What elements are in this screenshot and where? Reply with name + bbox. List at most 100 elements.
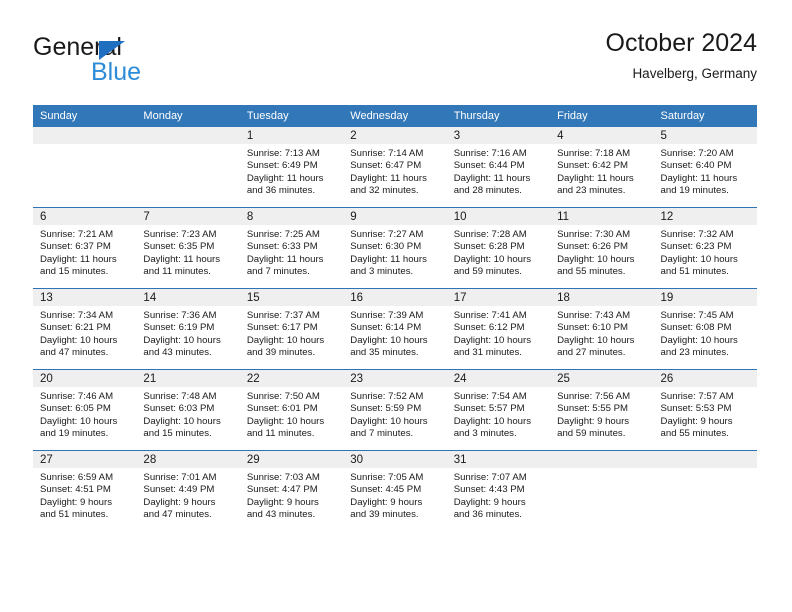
day-cell-content: 27 Sunrise: 6:59 AM Sunset: 4:51 PM Dayligh… [33,451,137,531]
weekday-header-sunday: Sunday [33,105,137,127]
sunset-text: Sunset: 4:47 PM [246,484,318,496]
sunrise-text: Sunrise: 7:46 AM [40,391,114,402]
day-details: Sunrise: 6:59 AM Sunset: 4:51 PM Daylight:… [33,468,136,521]
sunset-text: Sunset: 6:42 PM [557,160,629,172]
day-cell-content: 30 Sunrise: 7:05 AM Sunset: 4:45 PM Dayligh… [343,451,447,531]
day-details: Sunrise: 7:36 AM Sunset: 6:19 PM Daylight:… [136,306,239,359]
day-number: 28 [136,451,240,468]
day-details: Sunrise: 7:13 AM Sunset: 6:49 PM Daylight:… [240,144,343,197]
calendar-day-cell[interactable]: 25 Sunrise: 7:56 AM Sunset: 5:55 PM Dayligh… [550,369,654,451]
sunset-text: Sunset: 4:43 PM [453,484,525,496]
day-details: Sunrise: 7:43 AM Sunset: 6:10 PM Daylight:… [550,306,653,359]
calendar-day-cell[interactable]: 2 Sunrise: 7:14 AM Sunset: 6:47 PM Daylight… [343,127,447,208]
daylight-text: Daylight: 10 hours and 39 minutes. [246,334,325,358]
calendar-week-row: 13 Sunrise: 7:34 AM Sunset: 6:21 PM Dayligh… [33,288,757,370]
calendar-day-cell[interactable]: 26 Sunrise: 7:57 AM Sunset: 5:53 PM Dayligh… [653,369,757,451]
calendar-day-cell[interactable]: 4 Sunrise: 7:18 AM Sunset: 6:42 PM Daylight… [550,127,654,208]
calendar-day-cell[interactable]: 22 Sunrise: 7:50 AM Sunset: 6:01 PM Dayligh… [239,369,344,451]
daylight-text: Daylight: 10 hours and 43 minutes. [143,334,221,358]
general-blue-logo[interactable]: General Blue [33,33,273,91]
calendar-day-cell[interactable]: 28 Sunrise: 7:01 AM Sunset: 4:49 PM Dayligh… [136,450,240,531]
calendar-week-row: 27 Sunrise: 6:59 AM Sunset: 4:51 PM Dayligh… [33,450,757,531]
calendar-day-cell[interactable]: 14 Sunrise: 7:36 AM Sunset: 6:19 PM Dayligh… [136,288,240,370]
sunset-text: Sunset: 6:21 PM [40,322,111,334]
day-details: Sunrise: 7:57 AM Sunset: 5:53 PM Daylight:… [654,387,757,440]
weekday-header-thursday: Thursday [446,105,551,127]
calendar-day-cell[interactable]: 12 Sunrise: 7:32 AM Sunset: 6:23 PM Dayligh… [653,207,757,289]
sunset-text: Sunset: 6:10 PM [557,322,629,334]
day-details: Sunrise: 7:20 AM Sunset: 6:40 PM Daylight:… [654,144,757,197]
day-number: 8 [239,208,344,225]
calendar-day-cell[interactable]: 17 Sunrise: 7:41 AM Sunset: 6:12 PM Dayligh… [446,288,551,370]
sunrise-text: Sunrise: 7:16 AM [453,148,527,159]
calendar-day-cell[interactable]: 11 Sunrise: 7:30 AM Sunset: 6:26 PM Dayligh… [550,207,654,289]
sunrise-text: Sunrise: 7:54 AM [453,391,527,402]
sunset-text: Sunset: 5:53 PM [660,403,732,415]
calendar-day-cell[interactable]: 16 Sunrise: 7:39 AM Sunset: 6:14 PM Dayligh… [343,288,447,370]
calendar-day-cell[interactable]: 19 Sunrise: 7:45 AM Sunset: 6:08 PM Dayligh… [653,288,757,370]
sunset-text: Sunset: 6:12 PM [453,322,525,334]
daylight-text: Daylight: 10 hours and 19 minutes. [40,415,118,439]
daylight-text: Daylight: 10 hours and 59 minutes. [453,253,532,277]
day-cell-content: 18 Sunrise: 7:43 AM Sunset: 6:10 PM Dayligh… [550,289,654,369]
sunrise-text: Sunrise: 7:28 AM [453,229,527,240]
day-number: 10 [446,208,551,225]
calendar-day-cell[interactable]: 1 Sunrise: 7:13 AM Sunset: 6:49 PM Daylight… [239,127,344,208]
calendar-day-cell[interactable]: 6 Sunrise: 7:21 AM Sunset: 6:37 PM Daylight… [33,207,137,289]
daylight-text: Daylight: 11 hours and 3 minutes. [350,253,427,277]
calendar-day-cell[interactable]: 24 Sunrise: 7:54 AM Sunset: 5:57 PM Dayligh… [446,369,551,451]
day-cell-content: 25 Sunrise: 7:56 AM Sunset: 5:55 PM Dayligh… [550,370,654,450]
calendar-day-cell[interactable]: 13 Sunrise: 7:34 AM Sunset: 6:21 PM Dayligh… [33,288,137,370]
calendar-day-cell[interactable]: 8 Sunrise: 7:25 AM Sunset: 6:33 PM Daylight… [239,207,344,289]
calendar-day-cell[interactable]: 3 Sunrise: 7:16 AM Sunset: 6:44 PM Daylight… [446,127,551,208]
day-cell-content [33,127,137,207]
sunset-text: Sunset: 6:23 PM [660,241,732,253]
calendar-day-cell[interactable]: 21 Sunrise: 7:48 AM Sunset: 6:03 PM Dayligh… [136,369,240,451]
day-cell-content: 31 Sunrise: 7:07 AM Sunset: 4:43 PM Dayligh… [446,451,551,531]
calendar-day-cell[interactable]: 30 Sunrise: 7:05 AM Sunset: 4:45 PM Dayligh… [343,450,447,531]
calendar-day-cell[interactable]: 31 Sunrise: 7:07 AM Sunset: 4:43 PM Dayligh… [446,450,551,531]
sunrise-text: Sunrise: 7:50 AM [246,391,320,402]
day-details: Sunrise: 7:48 AM Sunset: 6:03 PM Daylight:… [136,387,239,440]
day-number: 5 [653,127,757,144]
day-details: Sunrise: 7:05 AM Sunset: 4:45 PM Daylight:… [343,468,446,521]
sunrise-text: Sunrise: 7:21 AM [40,229,114,240]
calendar-day-cell[interactable]: 20 Sunrise: 7:46 AM Sunset: 6:05 PM Dayligh… [33,369,137,451]
calendar-day-cell[interactable]: 9 Sunrise: 7:27 AM Sunset: 6:30 PM Daylight… [343,207,447,289]
daylight-text: Daylight: 10 hours and 7 minutes. [350,415,428,439]
calendar-day-cell[interactable]: 7 Sunrise: 7:23 AM Sunset: 6:35 PM Daylight… [136,207,240,289]
calendar-day-cell[interactable]: 27 Sunrise: 6:59 AM Sunset: 4:51 PM Dayligh… [33,450,137,531]
day-cell-content: 10 Sunrise: 7:28 AM Sunset: 6:28 PM Dayligh… [446,208,551,288]
sunrise-text: Sunrise: 6:59 AM [40,472,114,483]
calendar-day-cell[interactable]: 29 Sunrise: 7:03 AM Sunset: 4:47 PM Dayligh… [239,450,344,531]
day-cell-content: 1 Sunrise: 7:13 AM Sunset: 6:49 PM Daylight… [239,127,344,207]
day-details: Sunrise: 7:21 AM Sunset: 6:37 PM Daylight:… [33,225,136,278]
sunset-text: Sunset: 6:26 PM [557,241,629,253]
day-number: 20 [33,370,137,387]
day-cell-content: 26 Sunrise: 7:57 AM Sunset: 5:53 PM Dayligh… [653,370,757,450]
calendar-day-cell[interactable]: 5 Sunrise: 7:20 AM Sunset: 6:40 PM Daylight… [653,127,757,208]
sunrise-text: Sunrise: 7:41 AM [453,310,527,321]
day-cell-content [653,451,757,531]
calendar-day-cell[interactable]: 15 Sunrise: 7:37 AM Sunset: 6:17 PM Dayligh… [239,288,344,370]
calendar-day-cell[interactable]: 18 Sunrise: 7:43 AM Sunset: 6:10 PM Dayligh… [550,288,654,370]
weekday-header-monday: Monday [136,105,240,127]
day-number: 29 [239,451,344,468]
day-number [136,127,240,144]
day-number: 12 [653,208,757,225]
daylight-text: Daylight: 9 hours and 55 minutes. [660,415,733,439]
daylight-text: Daylight: 11 hours and 7 minutes. [246,253,324,277]
sunset-text: Sunset: 6:44 PM [453,160,525,172]
daylight-text: Daylight: 9 hours and 47 minutes. [143,496,216,520]
day-details: Sunrise: 7:01 AM Sunset: 4:49 PM Daylight:… [136,468,239,521]
day-details: Sunrise: 7:37 AM Sunset: 6:17 PM Daylight:… [240,306,343,359]
sunset-text: Sunset: 6:28 PM [453,241,525,253]
logo-text-blue: Blue [91,58,142,86]
calendar-day-cell[interactable]: 10 Sunrise: 7:28 AM Sunset: 6:28 PM Dayligh… [446,207,551,289]
sunset-text: Sunset: 6:19 PM [143,322,215,334]
sunrise-text: Sunrise: 7:01 AM [143,472,217,483]
sunset-text: Sunset: 6:49 PM [246,160,318,172]
calendar-day-cell[interactable]: 23 Sunrise: 7:52 AM Sunset: 5:59 PM Dayligh… [343,369,447,451]
day-details: Sunrise: 7:45 AM Sunset: 6:08 PM Daylight:… [654,306,757,359]
sunrise-text: Sunrise: 7:20 AM [660,148,734,159]
